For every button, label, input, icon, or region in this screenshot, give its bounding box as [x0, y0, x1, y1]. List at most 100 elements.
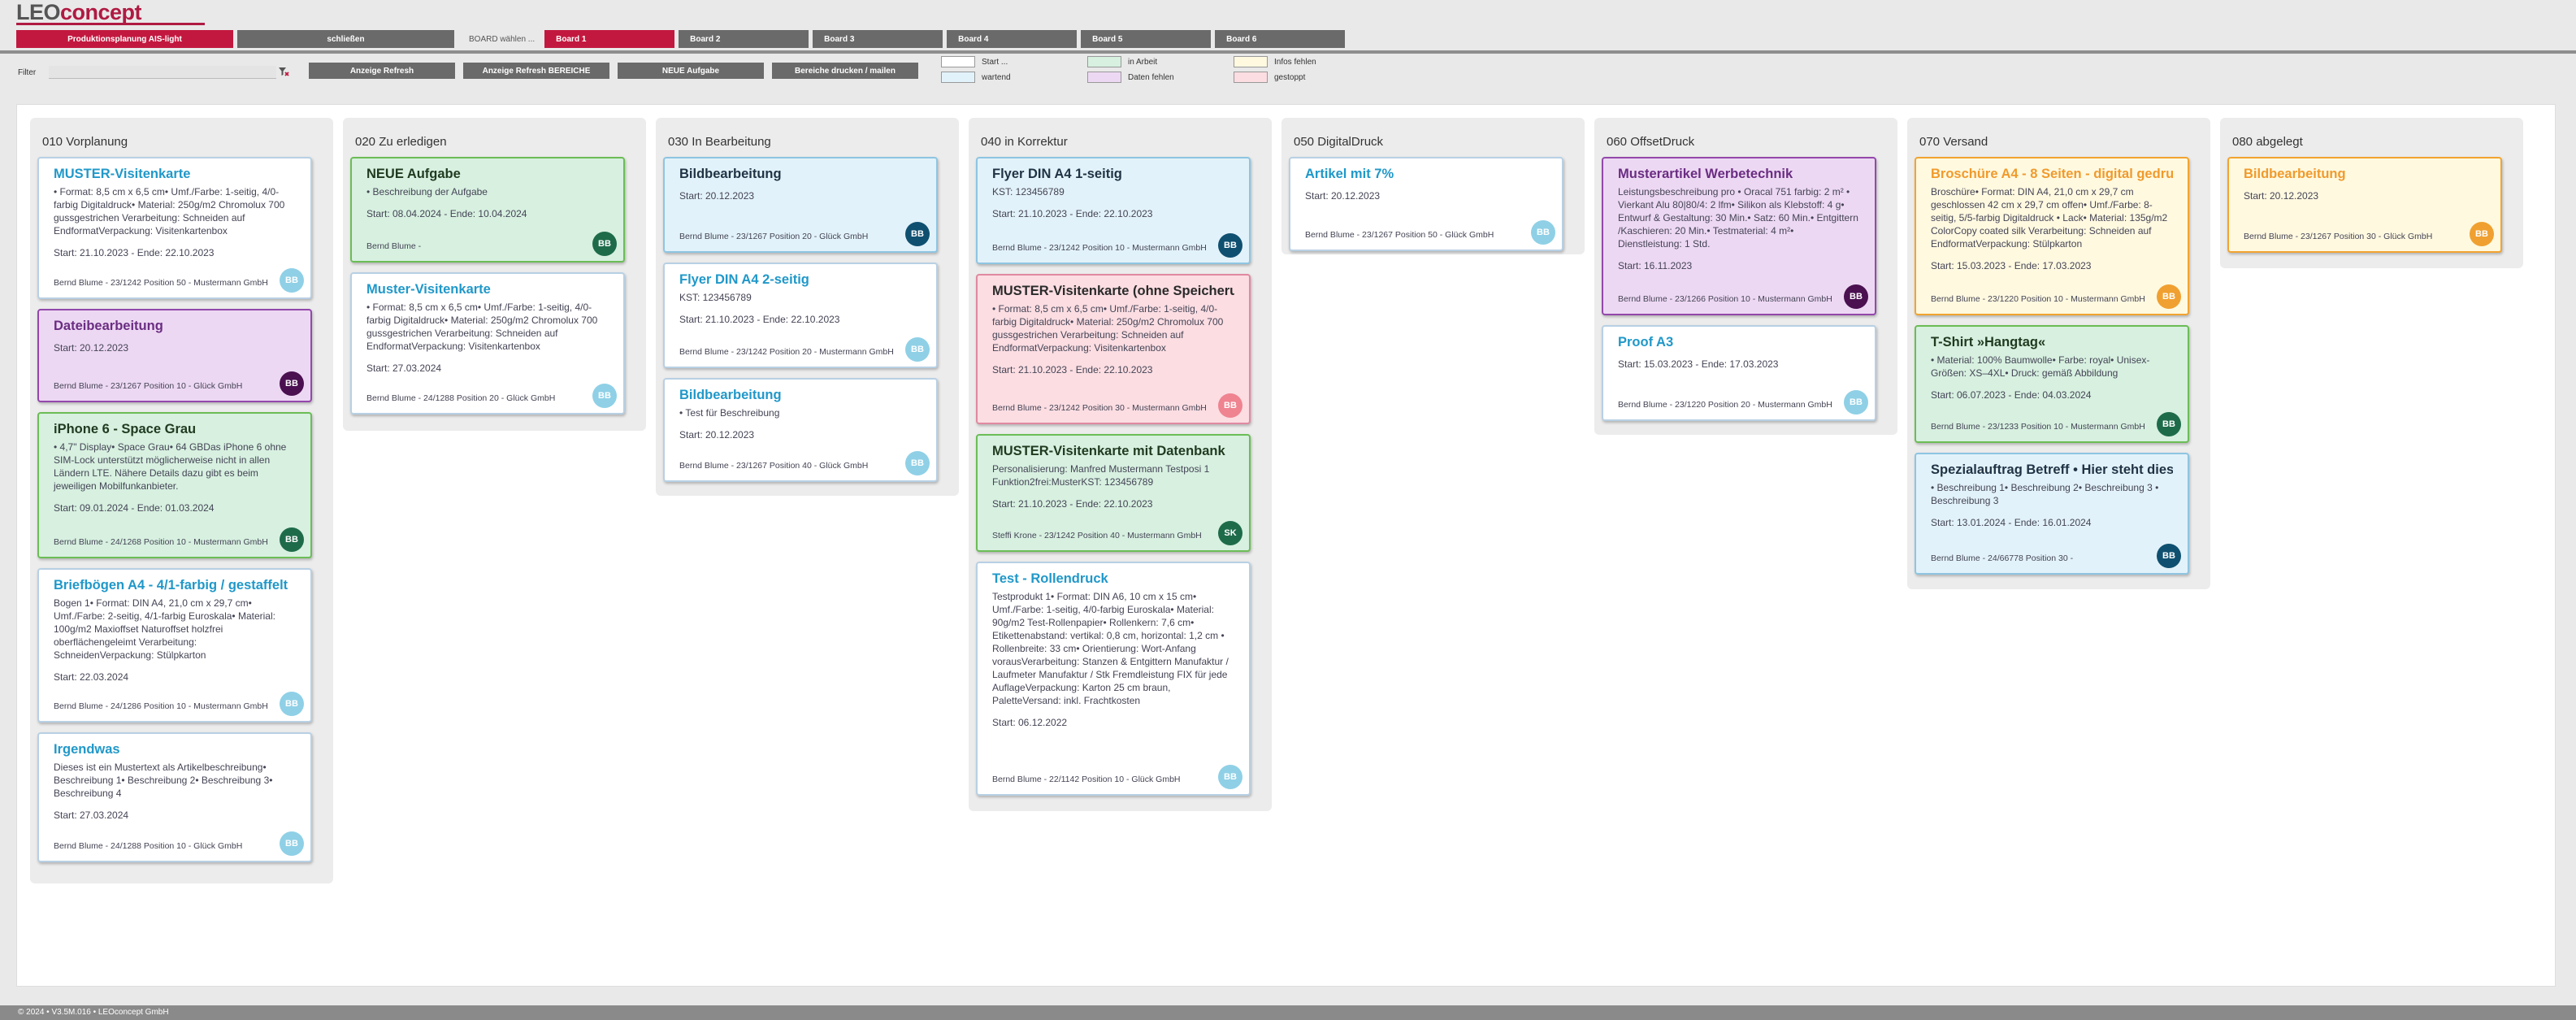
legend-label: wartend — [982, 72, 1011, 82]
task-card[interactable]: Irgendwas Dieses ist ein Mustertext als … — [37, 732, 312, 862]
avatar[interactable]: BB — [1531, 220, 1555, 245]
card-dates: Start: 13.01.2024 - Ende: 16.01.2024 — [1931, 517, 2092, 528]
task-card[interactable]: Flyer DIN A4 2-seitig KST: 123456789 Sta… — [663, 263, 938, 368]
avatar[interactable]: BB — [1844, 284, 1868, 309]
card-dates: Start: 06.12.2022 — [992, 717, 1068, 728]
card-dates: Start: 22.03.2024 — [54, 671, 129, 683]
column-title: 060 OffsetDruck — [1607, 135, 1695, 149]
task-card[interactable]: Broschüre A4 - 8 Seiten - digital gedruc… — [1915, 157, 2189, 315]
avatar[interactable]: BB — [2157, 544, 2181, 568]
board-tab-6[interactable]: Board 6 — [1215, 30, 1346, 48]
task-card[interactable]: Musterartikel Werbetechnik Leistungsbesc… — [1602, 157, 1876, 315]
card-dates: Start: 21.10.2023 - Ende: 22.10.2023 — [54, 247, 215, 258]
avatar[interactable]: BB — [905, 337, 930, 362]
print-areas-button[interactable]: Bereiche drucken / mailen — [772, 63, 918, 79]
card-footer: Bernd Blume - 24/1288 Position 20 - Glüc… — [366, 393, 556, 403]
task-card[interactable]: iPhone 6 - Space Grau • 4,7" Display• Sp… — [37, 412, 312, 558]
avatar[interactable]: BB — [592, 232, 617, 256]
board-tab-1[interactable]: Board 1 — [544, 30, 675, 48]
filter-input[interactable] — [49, 66, 276, 79]
column-in-korrektur: 040 in Korrektur Flyer DIN A4 1-seitig K… — [969, 118, 1272, 811]
card-description: KST: 123456789 — [992, 186, 1065, 197]
avatar[interactable]: BB — [2470, 222, 2494, 246]
avatar[interactable]: BB — [2157, 284, 2181, 309]
avatar[interactable]: BB — [280, 831, 304, 856]
avatar[interactable]: BB — [905, 222, 930, 246]
card-dates: Start: 15.03.2023 - Ende: 17.03.2023 — [1618, 358, 1779, 370]
card-footer: Bernd Blume - 23/1242 Position 20 - Must… — [679, 347, 894, 357]
card-title: Briefbögen A4 - 4/1-farbig / gestaffelt — [54, 578, 288, 592]
task-card[interactable]: Dateibearbeitung Start: 20.12.2023 Bernd… — [37, 309, 312, 402]
avatar[interactable]: BB — [1218, 393, 1242, 418]
avatar[interactable]: BB — [2157, 412, 2181, 436]
column-digitaldruck: 050 DigitalDruck Artikel mit 7% Start: 2… — [1281, 118, 1585, 254]
card-dates: Start: 20.12.2023 — [54, 342, 129, 354]
card-title: Dateibearbeitung — [54, 319, 163, 333]
task-card[interactable]: Artikel mit 7% Start: 20.12.2023 Bernd B… — [1289, 157, 1563, 251]
card-title: Bildbearbeitung — [679, 167, 782, 181]
task-card[interactable]: MUSTER-Visitenkarte (ohne Speicherung) •… — [976, 274, 1251, 424]
task-card[interactable]: Bildbearbeitung Start: 20.12.2023 Bernd … — [2227, 157, 2502, 253]
legend-label: Infos fehlen — [1274, 57, 1316, 67]
clear-filter-icon[interactable] — [278, 66, 289, 77]
card-footer: Steffi Krone - 23/1242 Position 40 - Mus… — [992, 531, 1202, 540]
card-footer: Bernd Blume - 23/1220 Position 20 - Must… — [1618, 400, 1832, 410]
card-footer: Bernd Blume - 23/1267 Position 50 - Glüc… — [1305, 230, 1494, 240]
avatar[interactable]: BB — [280, 371, 304, 396]
column-title: 050 DigitalDruck — [1294, 135, 1384, 149]
column-offsetdruck: 060 OffsetDruck Musterartikel Werbetechn… — [1594, 118, 1897, 435]
avatar[interactable]: BB — [280, 692, 304, 716]
legend-data-missing: Daten fehlen — [1087, 72, 1174, 83]
card-footer: Bernd Blume - 23/1242 Position 10 - Must… — [992, 243, 1207, 253]
task-card[interactable]: MUSTER-Visitenkarte • Format: 8,5 cm x 6… — [37, 157, 312, 299]
card-footer: Bernd Blume - 23/1267 Position 10 - Glüc… — [54, 381, 243, 391]
refresh-areas-button[interactable]: Anzeige Refresh BEREICHE — [463, 63, 609, 79]
legend-label: Daten fehlen — [1128, 72, 1174, 82]
close-button[interactable]: schließen — [237, 30, 454, 48]
avatar[interactable]: BB — [1218, 765, 1242, 789]
column-title: 070 Versand — [1919, 135, 1988, 149]
column-title: 040 in Korrektur — [981, 135, 1068, 149]
top-nav: Produktionsplanung AIS-light schließen B… — [16, 30, 1349, 48]
card-description: Testprodukt 1• Format: DIN A6, 10 cm x 1… — [992, 591, 1229, 706]
card-footer: Bernd Blume - 24/66778 Position 30 - — [1931, 553, 2074, 563]
card-description: Leistungsbeschreibung pro • Oracal 751 f… — [1618, 186, 1858, 250]
task-card[interactable]: Muster-Visitenkarte • Format: 8,5 cm x 6… — [350, 272, 625, 415]
card-title: MUSTER-Visitenkarte (ohne Speicherung) — [992, 284, 1234, 298]
task-card[interactable]: NEUE Aufgabe • Beschreibung der Aufgabe … — [350, 157, 625, 263]
task-card[interactable]: Proof A3 Start: 15.03.2023 - Ende: 17.03… — [1602, 325, 1876, 421]
nav-main-button[interactable]: Produktionsplanung AIS-light — [16, 30, 233, 48]
avatar[interactable]: BB — [1844, 390, 1868, 415]
card-title: Irgendwas — [54, 742, 120, 757]
refresh-button[interactable]: Anzeige Refresh — [309, 63, 455, 79]
task-card[interactable]: MUSTER-Visitenkarte mit Datenbank Person… — [976, 434, 1251, 552]
avatar[interactable]: BB — [905, 451, 930, 475]
task-card[interactable]: T-Shirt »Hangtag« • Material: 100% Baumw… — [1915, 325, 2189, 443]
task-card[interactable]: Flyer DIN A4 1-seitig KST: 123456789 Sta… — [976, 157, 1251, 264]
card-dates: Start: 21.10.2023 - Ende: 22.10.2023 — [679, 314, 840, 325]
avatar[interactable]: BB — [1218, 233, 1242, 258]
board-tab-5[interactable]: Board 5 — [1081, 30, 1212, 48]
new-task-button[interactable]: NEUE Aufgabe — [618, 63, 764, 79]
task-card[interactable]: Briefbögen A4 - 4/1-farbig / gestaffelt … — [37, 568, 312, 723]
task-card[interactable]: Spezialauftrag Betreff • Hier steht dies… — [1915, 453, 2189, 575]
task-card[interactable]: Bildbearbeitung Start: 20.12.2023 Bernd … — [663, 157, 938, 253]
logo-underline — [16, 23, 205, 25]
card-footer: Bernd Blume - 23/1220 Position 10 - Must… — [1931, 294, 2145, 304]
card-description: Broschüre• Format: DIN A4, 21,0 cm x 29,… — [1931, 186, 2168, 250]
legend-start: Start ... — [941, 56, 1008, 67]
board-tab-2[interactable]: Board 2 — [679, 30, 809, 48]
legend-label: in Arbeit — [1128, 57, 1158, 67]
task-card[interactable]: Bildbearbeitung • Test für Beschreibung … — [663, 378, 938, 482]
avatar[interactable]: BB — [592, 384, 617, 408]
avatar[interactable]: BB — [280, 268, 304, 293]
card-dates: Start: 15.03.2023 - Ende: 17.03.2023 — [1931, 260, 2092, 271]
board-tab-4[interactable]: Board 4 — [947, 30, 1078, 48]
legend-swatch — [1087, 72, 1121, 83]
task-card[interactable]: Test - Rollendruck Testprodukt 1• Format… — [976, 562, 1251, 796]
filter-label: Filter — [18, 68, 37, 77]
avatar[interactable]: SK — [1218, 521, 1242, 545]
avatar[interactable]: BB — [280, 527, 304, 552]
card-title: iPhone 6 - Space Grau — [54, 422, 197, 436]
board-tab-3[interactable]: Board 3 — [813, 30, 943, 48]
